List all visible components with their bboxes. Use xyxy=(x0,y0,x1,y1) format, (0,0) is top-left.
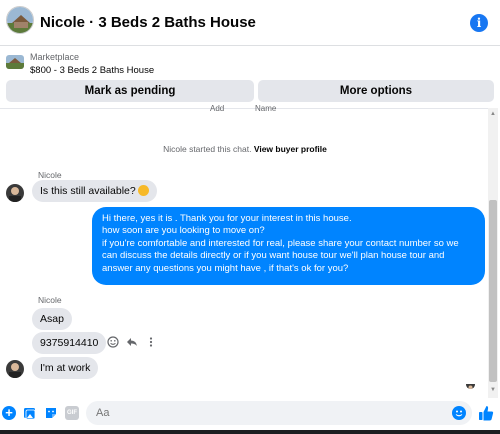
message-bubble[interactable]: Is this still available? xyxy=(32,180,157,202)
emoji-icon[interactable] xyxy=(452,406,466,420)
smile-emoji-icon xyxy=(137,184,149,196)
gif-icon[interactable]: GIF xyxy=(65,406,79,420)
message-text: Asap xyxy=(40,313,64,325)
avatar[interactable] xyxy=(6,184,24,202)
seen-avatar xyxy=(466,380,475,389)
scroll-up-icon[interactable]: ▲ xyxy=(489,110,497,118)
message-bubble[interactable]: I'm at work xyxy=(32,357,99,379)
chat-started-notice: Nicole started this chat. View buyer pro… xyxy=(0,144,490,154)
thumbs-up-icon[interactable] xyxy=(478,404,494,422)
bottom-edge xyxy=(0,430,500,434)
message-bubble[interactable]: Asap xyxy=(32,308,72,330)
sender-name: Nicole xyxy=(38,170,62,180)
react-emoji-icon[interactable] xyxy=(106,335,119,349)
listing-title[interactable]: $800 - 3 Beds 2 Baths House xyxy=(30,65,154,76)
message-line: how soon are you looking to move on? xyxy=(102,225,265,237)
sender-name: Nicole xyxy=(38,295,62,305)
message-actions xyxy=(106,334,157,350)
message-line: can discuss the details directly or if y… xyxy=(102,250,445,262)
more-vertical-icon[interactable] xyxy=(144,336,157,349)
message-text: I'm at work xyxy=(40,362,91,374)
message-input[interactable] xyxy=(96,401,436,425)
avatar[interactable] xyxy=(6,360,24,378)
clipped-add-label: Add xyxy=(210,104,225,113)
clipped-name-label: Name xyxy=(255,104,277,113)
message-bubble[interactable]: 9375914410 xyxy=(32,332,107,354)
message-line: answer any questions you might have , if… xyxy=(102,262,349,274)
reply-icon[interactable] xyxy=(125,336,138,349)
photo-icon[interactable] xyxy=(23,406,37,420)
message-line: if you're comfortable and interested for… xyxy=(102,237,459,249)
sticker-icon[interactable] xyxy=(44,406,58,420)
mark-pending-button[interactable]: Mark as pending xyxy=(6,80,254,102)
listing-avatar[interactable] xyxy=(6,6,34,34)
message-text: 9375914410 xyxy=(40,337,99,349)
message-input-box[interactable] xyxy=(86,401,472,425)
message-text: Is this still available? xyxy=(40,185,136,197)
scrollbar-thumb[interactable] xyxy=(489,200,497,382)
scroll-down-icon[interactable]: ▼ xyxy=(489,386,497,394)
view-buyer-profile-link[interactable]: View buyer profile xyxy=(254,144,327,154)
divider xyxy=(0,108,490,109)
listing-thumbnail[interactable] xyxy=(6,55,24,69)
message-line: Hi there, yes it is . Thank you for your… xyxy=(102,213,352,224)
started-text: Nicole started this chat. xyxy=(163,144,252,154)
outgoing-message-bubble[interactable]: Hi there, yes it is . Thank you for your… xyxy=(92,207,485,285)
marketplace-label: Marketplace xyxy=(30,52,80,62)
chat-title[interactable]: Nicole · 3 Beds 2 Baths House xyxy=(40,14,256,31)
plus-icon[interactable]: + xyxy=(2,406,16,420)
more-options-button[interactable]: More options xyxy=(258,80,494,102)
info-icon[interactable]: i xyxy=(470,14,488,32)
